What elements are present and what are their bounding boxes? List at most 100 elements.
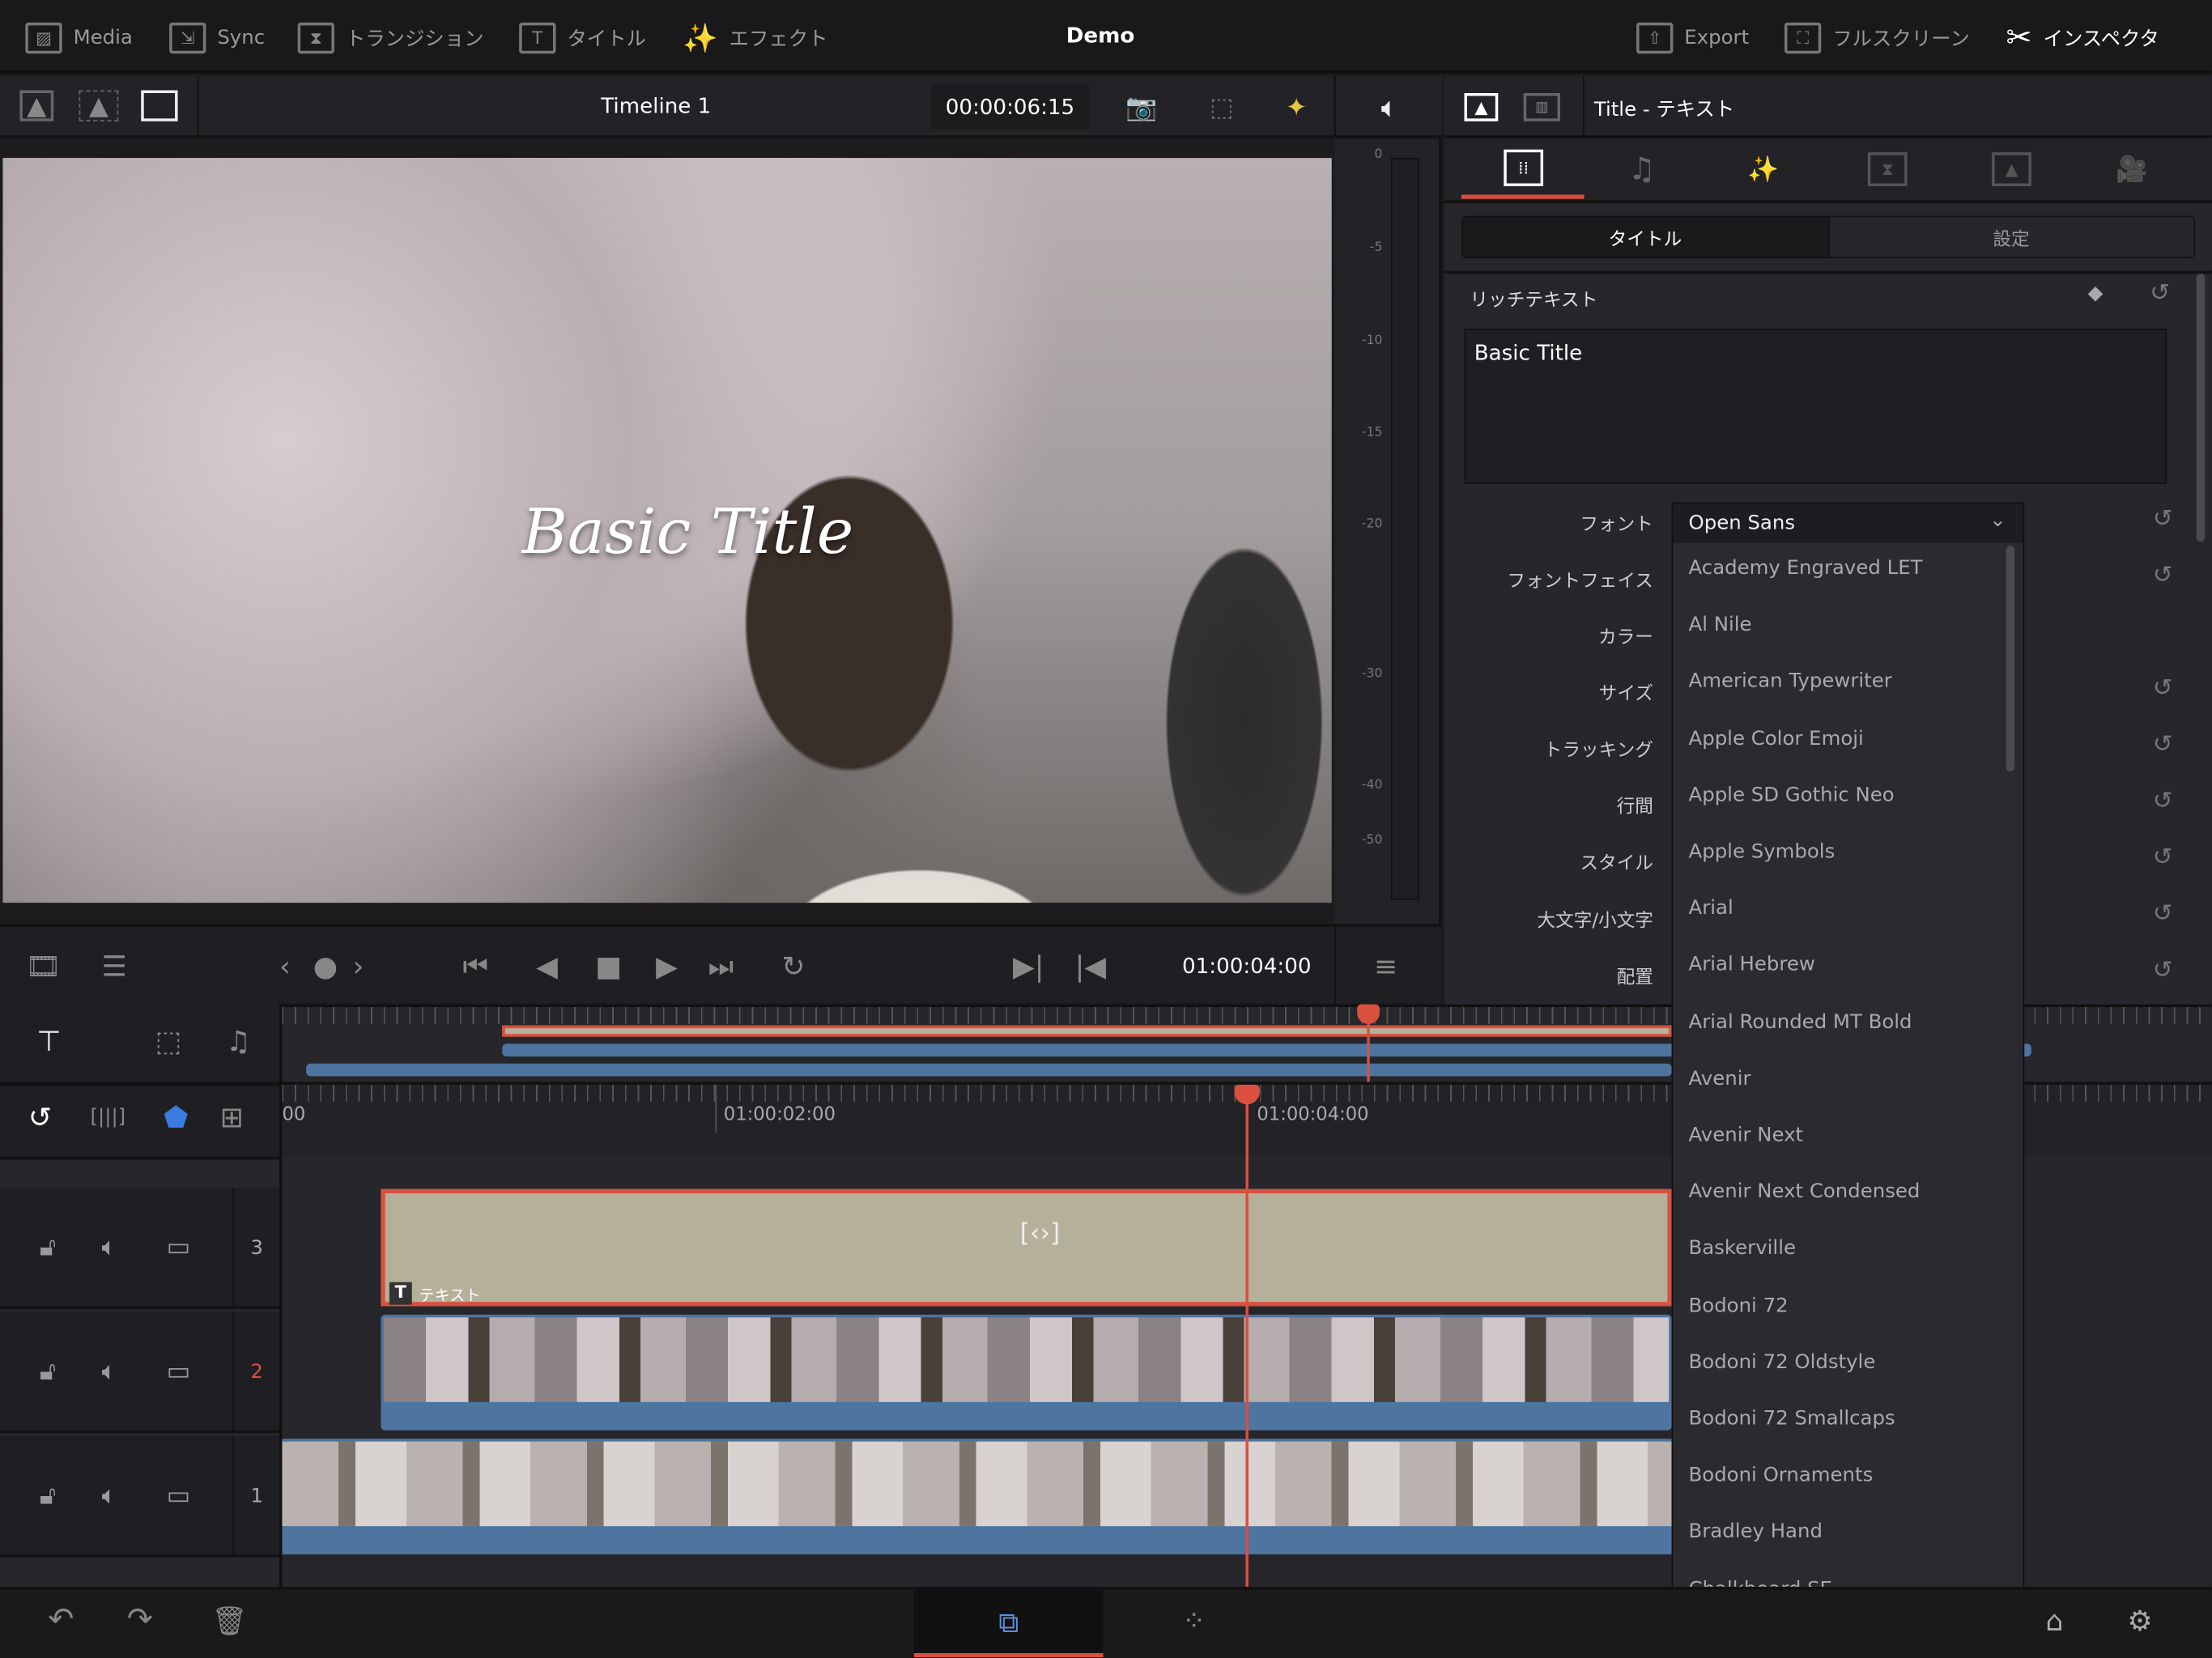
media-button[interactable]: ▨ Media [25,19,133,56]
font-option[interactable]: Avenir Next Condensed [1689,1181,1921,1204]
font-option[interactable]: Apple Symbols [1689,840,1836,863]
segment-settings[interactable]: 設定 [1827,217,2194,257]
settings-gear-icon[interactable]: ⚙ [2127,1604,2152,1638]
marker-dot-button[interactable]: ● [313,950,338,984]
keyframe-diamond-icon[interactable]: ◆ [2088,282,2104,304]
speaker-icon[interactable]: 🔈︎ [101,1233,117,1263]
reverse-play-button[interactable]: ◀ [536,950,558,984]
home-icon[interactable]: ⌂ [2045,1604,2063,1638]
speaker-icon[interactable]: 🔈︎ [101,1357,117,1387]
reset-icon[interactable]: ↺ [2153,731,2173,759]
inspector-button[interactable]: ✂ インスペクタ [2006,19,2159,56]
reset-icon[interactable]: ↺ [2153,505,2173,534]
font-option[interactable]: Bodoni 72 Oldstyle [1689,1351,1876,1374]
font-option[interactable]: Avenir Next [1689,1124,1804,1147]
stop-button[interactable]: ■ [595,950,622,984]
font-option[interactable]: Arial [1689,897,1733,920]
font-dropdown-selected[interactable]: Open Sans ⌄ [1673,504,2023,543]
color-page-icon[interactable]: ⁘ [1182,1604,1206,1638]
font-dropdown[interactable]: Open Sans ⌄ Academy Engraved LET Al Nile Am… [1671,502,2025,1624]
video-clip-v1[interactable] [282,1439,1672,1555]
insert-audio-icon[interactable]: ♫ [226,1024,251,1058]
dual-viewer-icon[interactable]: ▲ [79,90,119,121]
segment-title[interactable]: タイトル [1462,217,1828,257]
color-magic-icon[interactable]: ✦ [1264,82,1329,133]
film-icon[interactable]: ▭ [167,1233,191,1263]
marker-flag-icon[interactable]: ⬟ [164,1100,188,1134]
next-marker-button[interactable]: › [353,950,364,984]
export-button[interactable]: ⇧ Export [1636,19,1749,56]
font-option[interactable]: Bodoni 72 Smallcaps [1689,1408,1895,1431]
font-option[interactable]: Apple Color Emoji [1689,727,1864,750]
speaker-icon[interactable]: 🔈︎ [1364,85,1415,130]
font-option[interactable]: American Typewriter [1689,670,1892,693]
font-option[interactable]: Academy Engraved LET [1689,557,1923,580]
title-overlay-text[interactable]: Basic Title [522,496,854,568]
tab-video-icon[interactable]: ⁞⁞ [1504,149,1544,186]
font-option[interactable]: Bradley Hand [1689,1521,1823,1544]
lock-playhead-icon[interactable]: ⊤ [36,1024,61,1058]
image-inspector-icon[interactable]: ▲ [1464,92,1499,121]
film-icon[interactable]: ▭ [167,1481,191,1511]
font-option[interactable]: Bodoni 72 [1689,1295,1789,1317]
trash-icon[interactable]: 🗑 [211,1604,247,1638]
font-option[interactable]: Apple SD Gothic Neo [1689,784,1895,806]
playhead[interactable] [1245,1099,1249,1588]
tab-transition-icon[interactable]: ⧗ [1867,152,1908,186]
video-preview[interactable]: Basic Title [2,158,1332,903]
transitions-button[interactable]: ⧗ トランジション [297,19,484,56]
clip-viewer-icon[interactable]: 🎞 [25,950,61,984]
undo-icon[interactable]: ↶ [48,1603,74,1638]
edit-page-tab[interactable]: ⧉ [914,1589,1104,1658]
mark-in-button[interactable]: ▶| [1013,950,1044,984]
film-icon[interactable]: ▭ [167,1357,191,1387]
redo-icon[interactable]: ↷ [127,1603,153,1638]
speaker-icon[interactable]: 🔈︎ [101,1481,117,1511]
add-track-icon[interactable]: ⊞ [220,1100,244,1134]
font-option[interactable]: Baskerville [1689,1238,1796,1261]
snapping-icon[interactable]: ↺ [28,1100,52,1134]
tab-effects-icon[interactable]: ✨ [1743,150,1783,189]
effects-button[interactable]: ✨ エフェクト [683,19,827,56]
reset-icon[interactable]: ↺ [2153,900,2173,929]
lock-icon[interactable]: 🔓︎ [40,1481,56,1511]
tab-camera-raw-icon[interactable]: 🎥 [2108,150,2155,189]
video-clip-v2[interactable] [381,1314,1672,1431]
loop-button[interactable]: ↻ [781,950,805,984]
rich-text-field[interactable]: Basic Title [1464,328,2167,484]
timeline-name-dropdown[interactable]: Timeline 1 [601,93,711,118]
tab-image-icon[interactable]: ▲ [1992,152,2031,186]
reset-icon[interactable]: ↺ [2153,787,2173,815]
font-option[interactable]: Bodoni Ornaments [1689,1465,1874,1487]
metadata-icon[interactable]: ▥ [1523,92,1560,121]
go-to-end-button[interactable]: ⏭ [708,950,734,984]
lock-icon[interactable]: 🔓︎ [40,1357,56,1387]
reset-icon[interactable]: ↺ [2150,279,2170,308]
timeline-layout-icon[interactable] [141,90,178,121]
go-to-start-button[interactable]: ⏮ [462,950,487,984]
titles-button[interactable]: T タイトル [519,19,646,56]
fullscreen-button[interactable]: ⛶ フルスクリーン [1784,19,1970,56]
reset-icon[interactable]: ↺ [2153,674,2173,703]
transform-icon[interactable]: ⬚ [1189,82,1254,133]
inspector-scrollbar[interactable] [2196,274,2206,542]
play-button[interactable]: ▶ [656,950,678,984]
previous-marker-button[interactable]: ‹ [279,950,291,984]
camera-capture-icon[interactable]: 📷 [1108,82,1173,133]
tab-audio-icon[interactable]: ♫ [1623,150,1662,189]
font-option[interactable]: Arial Hebrew [1689,954,1815,976]
audio-waveform-icon[interactable]: [|||] [91,1100,126,1134]
sync-button[interactable]: ⇲ Sync [169,19,265,56]
reset-icon[interactable]: ↺ [2153,561,2173,589]
title-clip[interactable]: [‹›] T テキスト [381,1188,1672,1307]
font-option[interactable]: Al Nile [1689,614,1752,636]
mark-out-button[interactable]: |◀ [1075,950,1107,984]
font-option[interactable]: Arial Rounded MT Bold [1689,1011,1912,1034]
font-option[interactable]: Avenir [1689,1068,1751,1090]
reset-icon[interactable]: ↺ [2153,844,2173,872]
lock-icon[interactable]: 🔓︎ [40,1233,56,1263]
sliders-icon[interactable]: ☰ [101,950,126,984]
insert-video-icon[interactable]: ⬚ [155,1024,182,1058]
dropdown-scrollbar[interactable] [2006,546,2015,772]
reset-icon[interactable]: ↺ [2153,956,2173,984]
